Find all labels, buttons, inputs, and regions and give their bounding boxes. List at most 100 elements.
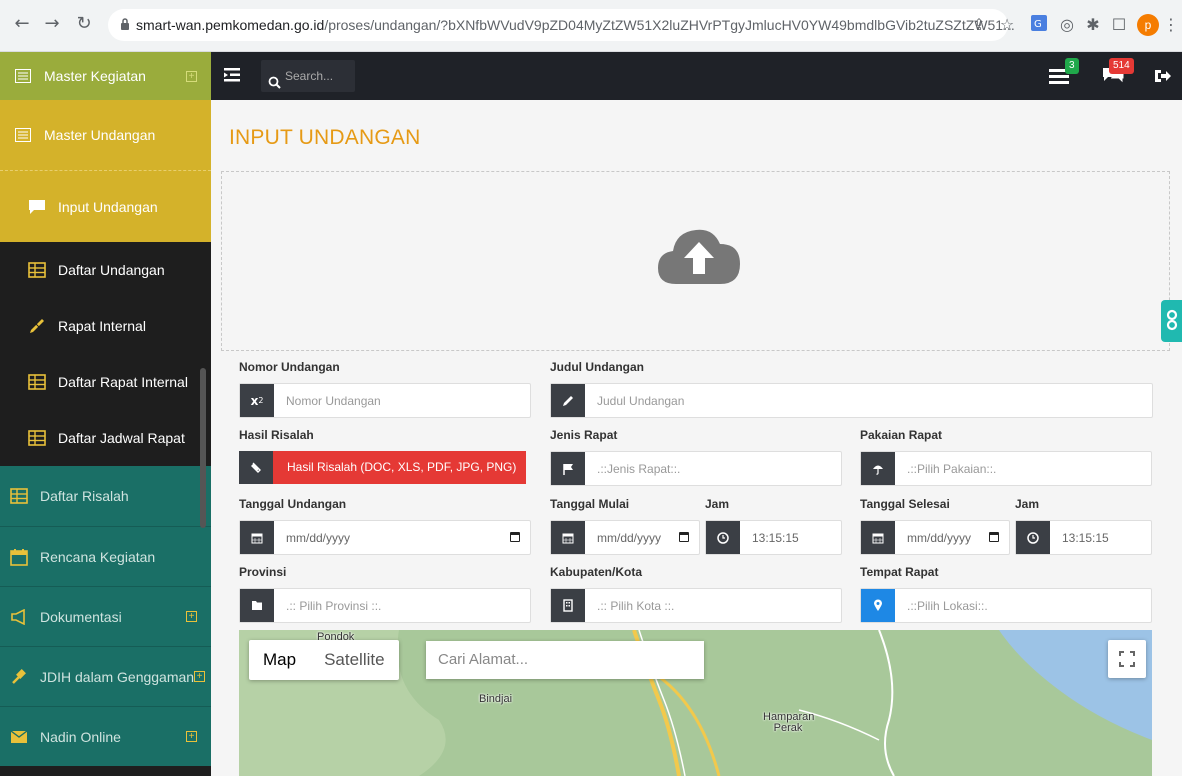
superscript-icon: x2 <box>240 384 274 417</box>
search-input[interactable]: Search... <box>261 60 355 92</box>
sidebar-item-master-undangan[interactable]: Master Undangan <box>0 100 211 170</box>
side-panel-icon[interactable]: ☐ <box>1108 14 1130 36</box>
page-title: INPUT UNDANGAN <box>229 126 421 149</box>
comment-icon <box>28 198 46 216</box>
table-icon <box>28 261 46 279</box>
sidebar-item-daftar-risalah[interactable]: Daftar Risalah <box>0 466 211 526</box>
date-picker-icon[interactable] <box>510 532 520 542</box>
sidebar-scrollbar[interactable] <box>200 368 206 528</box>
sidebar-item-input-undangan[interactable]: Input Undangan <box>0 170 211 242</box>
sidebar-item-dokumentasi[interactable]: Dokumentasi + <box>0 586 211 646</box>
satellite-tab[interactable]: Satellite <box>310 640 398 680</box>
file-dropzone[interactable] <box>221 171 1170 351</box>
expand-icon[interactable]: + <box>194 671 205 682</box>
flag-icon <box>551 452 585 485</box>
sidebar-item-nadin-online[interactable]: Nadin Online + <box>0 706 211 766</box>
jam-selesai-field[interactable]: 13:15:15 <box>1015 520 1152 555</box>
jenis-rapat-label: Jenis Rapat <box>550 428 618 442</box>
jam-mulai-label: Jam <box>705 497 730 511</box>
map-place-label: Bindjai <box>479 693 513 705</box>
expand-icon[interactable]: + <box>186 70 197 82</box>
judul-undangan-field[interactable]: Judul Undangan <box>550 383 1153 418</box>
sidebar-item-daftar-rapat-internal[interactable]: Daftar Rapat Internal <box>0 354 211 410</box>
umbrella-icon <box>861 452 895 485</box>
folder-icon <box>240 589 274 622</box>
back-icon[interactable]: ← <box>10 12 34 36</box>
logout-icon[interactable] <box>1153 67 1171 88</box>
hasil-risalah-upload[interactable]: Hasil Risalah (DOC, XLS, PDF, JPG, PNG) <box>239 451 531 486</box>
judul-undangan-label: Judul Undangan <box>550 360 644 374</box>
sidebar-item-label: JDIH dalam Genggaman <box>40 668 195 685</box>
map-type-control: Map Satellite <box>249 640 399 680</box>
tanggal-mulai-field[interactable]: mm/dd/yyyy <box>550 520 700 555</box>
nomor-undangan-label: Nomor Undangan <box>239 360 340 374</box>
map-tab[interactable]: Map <box>249 640 310 680</box>
sidebar-item-daftar-jadwal-rapat[interactable]: Daftar Jadwal Rapat <box>0 410 211 466</box>
tanggal-undangan-label: Tanggal Undangan <box>239 497 347 511</box>
gavel-icon <box>10 668 28 686</box>
gear-icon <box>1166 309 1178 331</box>
date-picker-icon[interactable] <box>679 532 689 542</box>
kota-select[interactable]: .:: Pilih Kota ::. <box>550 588 842 623</box>
pencil-icon <box>28 317 46 335</box>
date-picker-icon[interactable] <box>989 532 999 542</box>
fullscreen-button[interactable] <box>1108 640 1146 678</box>
nomor-undangan-field[interactable]: x2 Nomor Undangan <box>239 383 531 418</box>
svg-text:G: G <box>1034 19 1042 30</box>
address-search-input[interactable]: Cari Alamat... <box>426 641 704 679</box>
tempat-rapat-select[interactable]: .::Pilih Lokasi::. <box>860 588 1152 623</box>
calendar-icon <box>861 521 895 554</box>
sidebar-toggle-icon[interactable] <box>223 66 241 87</box>
list-icon <box>14 126 32 144</box>
provinsi-select[interactable]: .:: Pilih Provinsi ::. <box>239 588 531 623</box>
tanggal-selesai-field[interactable]: mm/dd/yyyy <box>860 520 1010 555</box>
browser-toolbar: ← → ↻ smart-wan.pemkomedan.go.id/proses/… <box>0 0 1182 52</box>
sidebar-item-rencana-kegiatan[interactable]: Rencana Kegiatan <box>0 526 211 586</box>
profile-avatar[interactable]: p <box>1137 14 1159 36</box>
tanggal-mulai-label: Tanggal Mulai <box>550 497 630 511</box>
hasil-risalah-button[interactable]: Hasil Risalah (DOC, XLS, PDF, JPG, PNG) <box>239 451 527 484</box>
kota-label: Kabupaten/Kota <box>550 565 643 579</box>
camera-extension-icon[interactable]: ◎ <box>1056 14 1078 36</box>
calendar-icon <box>10 548 28 566</box>
map-place-label: Hamparan Perak <box>763 711 815 734</box>
search-icon <box>268 69 281 101</box>
extensions-puzzle-icon[interactable]: ✱ <box>1082 14 1104 36</box>
building-icon <box>551 589 585 622</box>
sidebar-item-label: Dokumentasi <box>40 608 122 625</box>
list-icon <box>14 67 32 85</box>
share-icon[interactable]: ⇪ <box>968 14 990 36</box>
sidebar-item-rapat-internal[interactable]: Rapat Internal <box>0 298 211 354</box>
reload-icon[interactable]: ↻ <box>72 12 96 36</box>
jam-mulai-field[interactable]: 13:15:15 <box>705 520 842 555</box>
lock-icon <box>121 18 129 30</box>
sidebar-item-label: Master Undangan <box>44 127 156 143</box>
top-navbar: Search... 3 514 <box>211 52 1182 100</box>
sidebar-item-label: Master Kegiatan <box>44 68 146 84</box>
browser-menu-icon[interactable]: ⋮ <box>1160 14 1182 36</box>
url-text: smart-wan.pemkomedan.go.id/proses/undang… <box>136 17 1015 33</box>
settings-panel-tab[interactable] <box>1161 300 1182 342</box>
sidebar-item-label: Input Undangan <box>58 198 158 215</box>
location-map[interactable]: Pondok Bindjai Hamparan Perak Map Satell… <box>239 630 1152 776</box>
forward-icon[interactable]: → <box>40 12 64 36</box>
tanggal-undangan-field[interactable]: mm/dd/yyyy <box>239 520 531 555</box>
sidebar-item-jdih[interactable]: JDIH dalam Genggaman + <box>0 646 211 706</box>
pakaian-rapat-select[interactable]: .::Pilih Pakaian::. <box>860 451 1152 486</box>
bookmark-star-icon[interactable]: ☆ <box>996 14 1018 36</box>
sidebar-item-label: Daftar Rapat Internal <box>58 374 188 390</box>
expand-icon[interactable]: + <box>186 731 197 742</box>
paperclip-icon <box>239 451 273 484</box>
envelope-icon <box>10 728 28 746</box>
jenis-rapat-select[interactable]: .::Jenis Rapat::. <box>550 451 842 486</box>
table-icon <box>10 487 28 505</box>
provinsi-label: Provinsi <box>239 565 287 579</box>
sidebar-item-label: Daftar Risalah <box>40 488 129 504</box>
address-bar[interactable]: smart-wan.pemkomedan.go.id/proses/undang… <box>108 9 1015 41</box>
sidebar-item-master-kegiatan[interactable]: Master Kegiatan + <box>0 52 211 100</box>
sidebar-item-label: Rapat Internal <box>58 318 146 334</box>
translate-extension-icon[interactable]: G <box>1028 14 1050 36</box>
sidebar-item-daftar-undangan[interactable]: Daftar Undangan <box>0 242 211 298</box>
sidebar-item-label: Daftar Undangan <box>58 262 165 278</box>
expand-icon[interactable]: + <box>186 611 197 622</box>
